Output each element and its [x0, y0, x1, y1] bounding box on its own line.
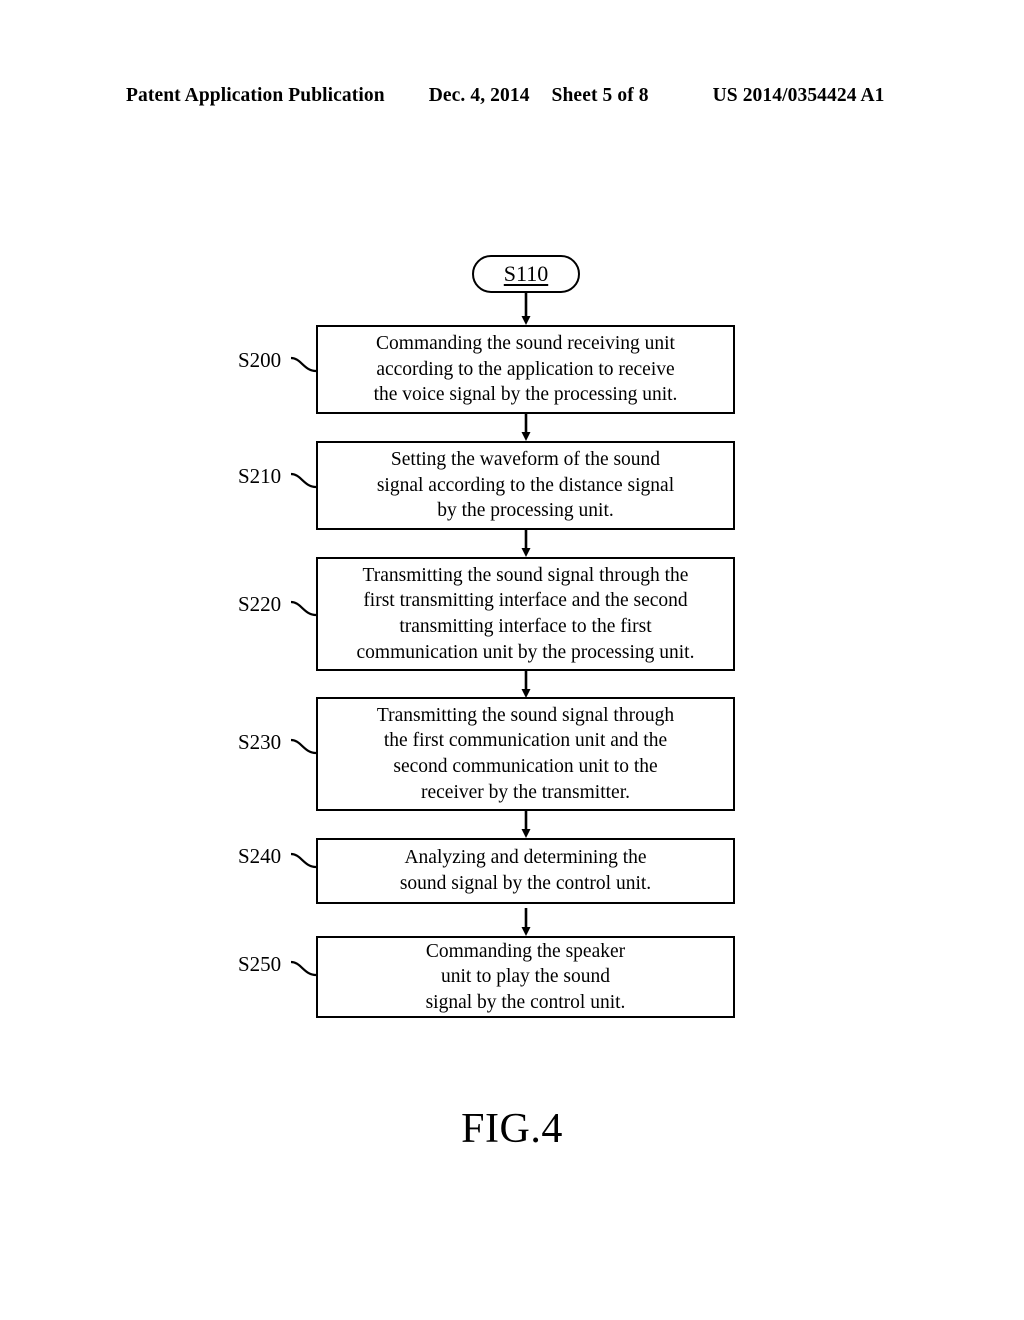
text-line-1: Analyzing and determining the: [404, 847, 647, 869]
process-box-s230-text: Transmitting the sound signal through the…: [367, 703, 684, 805]
process-box-s240[interactable]: Analyzing and determining the sound signa…: [316, 838, 735, 904]
leader-line-s240: [290, 852, 317, 869]
leader-line-s220: [290, 600, 317, 617]
flowchart-start-node-s110[interactable]: S110: [472, 255, 580, 293]
text-line-2: the first communication unit and the: [383, 730, 668, 752]
text-line-2: according to the application to receive: [376, 358, 675, 380]
process-box-s250[interactable]: Commanding the speaker unit to play the s…: [316, 936, 735, 1018]
text-line-3: the voice signal by the processing unit.: [373, 384, 678, 406]
process-box-s200-text: Commanding the sound receiving unit accor…: [364, 331, 688, 408]
text-line-2: unit to play the sound: [440, 966, 610, 988]
step-ref-s220: S220: [238, 592, 282, 616]
start-node-label: S110: [503, 260, 549, 286]
text-line-4: receiver by the transmitter.: [421, 781, 630, 803]
step-ref-s210: S210: [238, 464, 282, 488]
text-line-2: sound signal by the control unit.: [399, 873, 652, 894]
text-line-3: transmitting interface to the first: [399, 616, 652, 637]
leader-line-s250: [290, 960, 317, 977]
text-line-3: signal by the control unit.: [425, 991, 626, 1013]
process-box-s250-text: Commanding the speaker unit to play the s…: [416, 939, 636, 1016]
process-box-s220[interactable]: Transmitting the sound signal through th…: [316, 557, 735, 671]
step-ref-s230: S230: [238, 730, 282, 754]
leader-line-s210: [290, 472, 317, 489]
process-box-s240-text: Analyzing and determining the sound signa…: [390, 845, 661, 896]
process-box-s230[interactable]: Transmitting the sound signal through the…: [316, 697, 735, 811]
process-box-s200[interactable]: Commanding the sound receiving unit accor…: [316, 325, 735, 414]
leader-line-s230: [290, 738, 317, 755]
text-line-1: Transmitting the sound signal through th…: [362, 564, 689, 586]
text-line-1: Setting the waveform of the sound: [390, 449, 661, 471]
text-line-2: first transmitting interface and the sec…: [363, 590, 688, 612]
text-line-1: Transmitting the sound signal through: [376, 704, 675, 726]
text-line-1: Commanding the speaker: [425, 940, 626, 962]
process-box-s210[interactable]: Setting the waveform of the sound signal …: [316, 441, 735, 530]
step-ref-s250: S250: [238, 952, 282, 976]
step-ref-s200: S200: [238, 348, 282, 372]
text-line-4: communication unit by the processing uni…: [356, 641, 695, 663]
text-line-3: by the processing unit.: [437, 500, 614, 522]
figure-caption: FIG.4: [461, 1106, 563, 1152]
process-box-s220-text: Transmitting the sound signal through th…: [347, 563, 705, 665]
text-line-3: second communication unit to the: [393, 756, 658, 777]
text-line-2: signal according to the distance signal: [376, 474, 675, 496]
leader-line-s200: [290, 356, 317, 373]
text-line-1: Commanding the sound receiving unit: [376, 333, 675, 355]
step-ref-s240: S240: [238, 844, 282, 868]
process-box-s210-text: Setting the waveform of the sound signal …: [367, 447, 684, 524]
leader-lines: [290, 356, 317, 977]
